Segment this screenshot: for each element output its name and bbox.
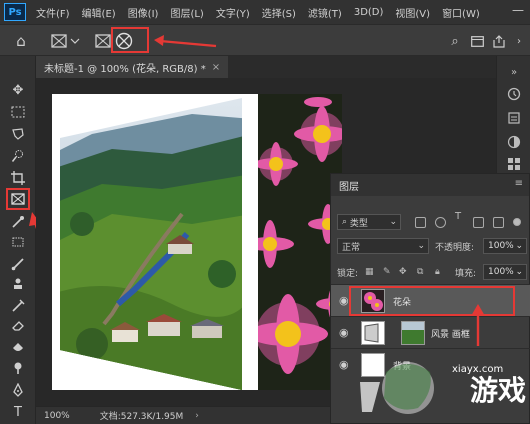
opacity-value: 100% bbox=[488, 241, 514, 251]
filter-toggle-icon[interactable] bbox=[513, 218, 521, 226]
lock-label: 锁定: bbox=[337, 268, 359, 279]
annotation-arrow-options bbox=[154, 35, 217, 48]
menu-view[interactable]: 视图(V) bbox=[395, 5, 430, 20]
home-icon[interactable]: ⌂ bbox=[10, 32, 32, 50]
watermark-domain: xiayx.com bbox=[452, 364, 503, 375]
lock-transparent-icon[interactable]: ▦ bbox=[365, 267, 374, 277]
menu-type[interactable]: 文字(Y) bbox=[216, 5, 250, 20]
workspace-icon[interactable] bbox=[468, 32, 486, 50]
minimize-icon[interactable]: — bbox=[512, 3, 524, 17]
visibility-eye-icon[interactable]: ◉ bbox=[339, 326, 349, 339]
type-filter-icon[interactable]: T bbox=[455, 211, 466, 222]
menu-window[interactable]: 窗口(W) bbox=[442, 5, 480, 20]
zoom-level[interactable]: 100% bbox=[44, 411, 70, 421]
frame-tool-icon-selected[interactable] bbox=[6, 188, 30, 210]
adjustment-filter-icon[interactable] bbox=[435, 216, 446, 228]
options-bar: ⌂ ⌕ › bbox=[0, 24, 530, 56]
menu-edit[interactable]: 编辑(E) bbox=[82, 5, 116, 20]
stamp-tool-icon[interactable] bbox=[8, 274, 28, 294]
properties-icon[interactable] bbox=[506, 110, 522, 126]
type-tool-icon[interactable]: T bbox=[8, 402, 28, 422]
search-icon: ⌕ bbox=[342, 217, 350, 227]
site-watermark: 游戏 xiayx.com bbox=[360, 362, 526, 414]
rectangle-frame-icon bbox=[95, 34, 111, 48]
lock-row: 锁定: ▦ ✎ ✥ ⧉ 🔒︎ 填充: 100% ⌄ bbox=[331, 262, 530, 282]
layer-row-flowers[interactable]: ◉ 花朵 bbox=[331, 284, 530, 316]
chevron-down-icon: ⌄ bbox=[389, 217, 397, 227]
layer-kind-filter[interactable]: ⌕ 类型 ⌄ bbox=[337, 214, 401, 230]
document-tab-bar: 未标题-1 @ 100% (花朵, RGB/8) * × bbox=[36, 56, 530, 78]
pixel-filter-icon[interactable] bbox=[415, 216, 426, 228]
highlight-box-ellipse-frame bbox=[111, 27, 149, 53]
lock-all-icon[interactable]: 🔒︎ bbox=[435, 267, 440, 277]
blend-mode-value: 正常 bbox=[342, 242, 361, 253]
close-tab-icon[interactable]: × bbox=[212, 62, 220, 73]
dodge-tool-icon[interactable] bbox=[8, 358, 28, 378]
document-tab[interactable]: 未标题-1 @ 100% (花朵, RGB/8) * × bbox=[36, 56, 229, 78]
watermark-text: 游戏 bbox=[470, 374, 526, 407]
menu-3d[interactable]: 3D(D) bbox=[354, 7, 384, 18]
opacity-label: 不透明度: bbox=[435, 242, 475, 253]
status-menu-arrow[interactable]: › bbox=[195, 411, 199, 421]
layer-kind-filter-value: 类型 bbox=[349, 218, 368, 229]
blend-mode-select[interactable]: 正常 ⌄ bbox=[337, 238, 429, 254]
fill-input[interactable]: 100% ⌄ bbox=[483, 264, 527, 280]
menu-select[interactable]: 选择(S) bbox=[262, 5, 296, 20]
lock-image-icon[interactable]: ✎ bbox=[383, 267, 391, 277]
status-bar: 100% 文档:527.3K/1.95M › bbox=[36, 406, 330, 424]
lock-position-icon[interactable]: ✥ bbox=[399, 267, 407, 277]
share-icon[interactable] bbox=[490, 32, 508, 50]
document-canvas[interactable] bbox=[52, 94, 342, 390]
visibility-eye-icon[interactable]: ◉ bbox=[339, 358, 349, 371]
pen-tool-icon[interactable] bbox=[8, 380, 28, 400]
lock-artboard-icon[interactable]: ⧉ bbox=[417, 267, 423, 277]
adjustments-icon[interactable] bbox=[506, 134, 522, 150]
frame-crop-tool-icon[interactable] bbox=[8, 232, 28, 252]
move-tool-icon[interactable]: ✥ bbox=[8, 80, 28, 100]
eyedropper-tool-icon[interactable] bbox=[8, 212, 28, 232]
eraser-tool-icon[interactable] bbox=[8, 316, 28, 336]
document-tab-title: 未标题-1 @ 100% (花朵, RGB/8) * bbox=[44, 63, 206, 75]
photoshop-logo[interactable]: Ps bbox=[4, 3, 26, 21]
history-brush-tool-icon[interactable] bbox=[8, 296, 28, 316]
search-icon[interactable]: ⌕ bbox=[446, 32, 464, 50]
swatches-icon[interactable] bbox=[506, 156, 522, 172]
menu-filter[interactable]: 滤镜(T) bbox=[308, 5, 342, 20]
lasso-tool-icon[interactable] bbox=[8, 124, 28, 144]
annotation-arrow-layers bbox=[471, 304, 485, 346]
menu-file[interactable]: 文件(F) bbox=[36, 5, 70, 20]
smart-object-filter-icon[interactable] bbox=[493, 216, 504, 228]
blend-row: 正常 ⌄ 不透明度: 100% ⌄ bbox=[331, 236, 530, 256]
chevron-down-icon: ⌄ bbox=[515, 241, 523, 251]
frame-tool-preset-dropdown[interactable] bbox=[50, 32, 82, 50]
chevron-down-icon: ⌄ bbox=[417, 241, 425, 251]
frame-tool-icon bbox=[51, 34, 80, 48]
collapse-panels-icon[interactable]: » bbox=[506, 64, 522, 80]
layer-row-landscape-frame[interactable]: ◉ 风景 画框 bbox=[331, 316, 530, 348]
layers-panel-header: 图层 ≡ bbox=[331, 174, 529, 196]
frame-thumbnail bbox=[361, 321, 385, 345]
panel-menu-icon[interactable]: ≡ bbox=[515, 178, 523, 189]
crop-tool-icon[interactable] bbox=[8, 168, 28, 188]
menu-bar: Ps 文件(F) 编辑(E) 图像(I) 图层(L) 文字(Y) 选择(S) 滤… bbox=[0, 0, 530, 24]
layers-panel-title[interactable]: 图层 bbox=[339, 178, 359, 193]
marquee-tool-icon[interactable] bbox=[8, 102, 28, 122]
fill-label: 填充: bbox=[455, 268, 477, 279]
quick-selection-tool-icon[interactable] bbox=[8, 146, 28, 166]
paint-bucket-tool-icon[interactable] bbox=[8, 338, 28, 358]
frame-content-thumbnail bbox=[401, 321, 425, 345]
document-size: 文档:527.3K/1.95M bbox=[99, 412, 184, 422]
chevron-down-icon: ⌄ bbox=[515, 267, 523, 277]
menu-layer[interactable]: 图层(L) bbox=[170, 5, 203, 20]
menu-image[interactable]: 图像(I) bbox=[128, 5, 159, 20]
opacity-input[interactable]: 100% ⌄ bbox=[483, 238, 527, 254]
rectangle-frame-button[interactable] bbox=[94, 32, 112, 50]
shape-filter-icon[interactable] bbox=[473, 216, 484, 228]
history-icon[interactable] bbox=[506, 86, 522, 102]
more-icon[interactable]: › bbox=[512, 32, 526, 50]
brush-tool-icon[interactable] bbox=[8, 254, 28, 274]
layer-filter-row: ⌕ 类型 ⌄ T bbox=[331, 211, 530, 232]
fill-value: 100% bbox=[488, 267, 514, 277]
visibility-eye-icon[interactable]: ◉ bbox=[339, 294, 349, 307]
